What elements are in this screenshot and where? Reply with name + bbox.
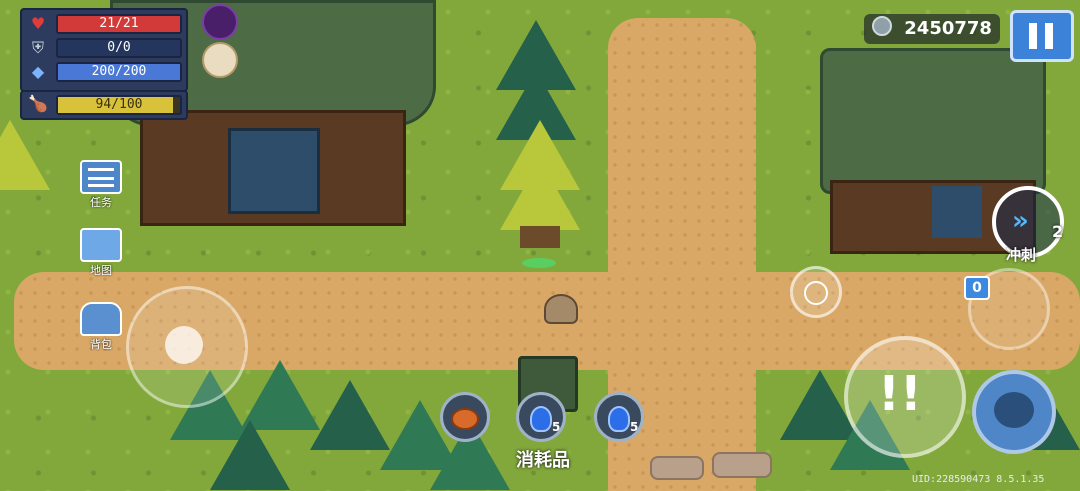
blue-potion-icon	[530, 406, 552, 432]
character-face-icon	[994, 392, 1034, 428]
consumable-slot-potion-1[interactable]	[516, 392, 566, 442]
heart-icon: ♥	[30, 14, 46, 33]
tent-right-door	[932, 186, 982, 238]
dash-skill-count: 2	[1052, 222, 1064, 241]
blue-potion-icon	[608, 406, 630, 432]
stats-panel: ♥ 21/21 ⛨ 0/0 ◆ 200/200	[20, 8, 188, 92]
map-icon	[80, 228, 122, 262]
pause-icon	[1029, 23, 1037, 49]
joystick-knob[interactable]	[165, 326, 203, 364]
pine-tree	[310, 380, 390, 450]
potion-count: 5	[552, 420, 561, 434]
demon-buff-icon[interactable]	[202, 4, 238, 40]
weapon-swap-badge: 0	[964, 276, 990, 300]
tree-left-edge	[0, 120, 50, 190]
mushroom-buff-icon[interactable]	[202, 42, 238, 78]
armor-bar: 0/0	[56, 38, 182, 58]
coin-counter: 2450778	[864, 14, 1000, 44]
tree-trunk	[520, 226, 560, 248]
rock	[650, 456, 704, 480]
hp-text: 21/21	[99, 16, 139, 31]
energy-panel: 🍗 94/100	[20, 90, 188, 120]
side-button-label: 地图	[90, 264, 112, 277]
emote-button[interactable]	[790, 266, 842, 318]
smiley-icon	[804, 281, 828, 305]
potion-count: 5	[630, 420, 639, 434]
energy-text: 94/100	[95, 97, 143, 112]
character-skill-button[interactable]	[972, 370, 1056, 454]
side-button-map[interactable]: 地图	[80, 228, 122, 277]
dash-skill-label: 冲刺	[1006, 246, 1037, 264]
uid-version-text: UID:228590473 8.5.1.35	[912, 474, 1045, 485]
tent-left-door	[228, 128, 320, 214]
hp-bar: 21/21	[56, 14, 182, 34]
mana-crystal-icon: ◆	[31, 62, 45, 81]
coin-icon	[872, 16, 892, 36]
backpack-icon	[80, 302, 122, 336]
rock	[712, 452, 772, 478]
chevron-right-icon: »	[1012, 206, 1029, 236]
pine-tree-yellow	[500, 160, 580, 230]
tent-right-roof	[820, 48, 1046, 194]
task-list-icon	[80, 160, 122, 194]
pine-tree	[210, 420, 290, 490]
pause-button[interactable]	[1010, 10, 1074, 62]
coin-amount: 2450778	[904, 18, 992, 39]
mana-text: 200/200	[91, 64, 147, 79]
drumstick-icon: 🍗	[28, 94, 48, 113]
consumable-slot-meat[interactable]	[440, 392, 490, 442]
side-button-backpack[interactable]: 背包	[80, 302, 122, 351]
player-character	[544, 294, 578, 324]
consumable-slot-potion-2[interactable]	[594, 392, 644, 442]
consumables-label: 消耗品	[516, 450, 570, 471]
shield-icon: ⛨	[31, 38, 44, 57]
armor-text: 0/0	[107, 40, 131, 55]
pause-icon	[1045, 23, 1053, 49]
attack-button[interactable]: !!	[844, 336, 966, 458]
npc-marker	[522, 258, 556, 268]
side-button-tasks[interactable]: 任务	[80, 160, 122, 209]
weapon-swap-count: 0	[972, 280, 982, 296]
exclamation-icon: !!	[878, 366, 922, 422]
energy-bar: 94/100	[56, 95, 182, 115]
side-button-label: 任务	[90, 196, 112, 209]
mana-bar: 200/200	[56, 62, 182, 82]
side-button-label: 背包	[90, 338, 112, 351]
roast-meat-icon	[451, 408, 479, 430]
